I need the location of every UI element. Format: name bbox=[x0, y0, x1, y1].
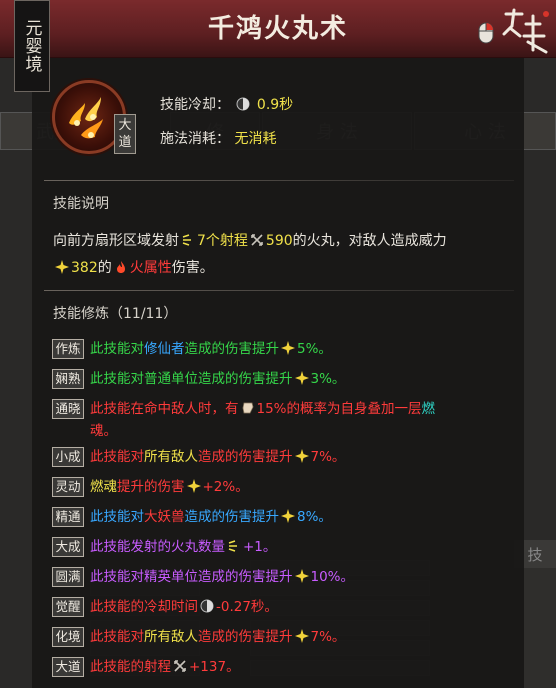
cooldown-icon bbox=[200, 599, 214, 613]
cultivation-tag: 灵动 bbox=[52, 477, 84, 497]
skill-tier-badge: 大道 bbox=[114, 114, 136, 154]
mod-value: +1。 bbox=[243, 539, 277, 555]
cooldown-value: 0.9秒 bbox=[256, 97, 294, 113]
cultivation-row: 精通 此技能对大妖兽造成的伤害提升 8%。 bbox=[52, 506, 514, 528]
power-icon bbox=[294, 569, 309, 583]
mod-text: 造成的伤害提升 bbox=[184, 341, 280, 357]
cultivation-row: 化境 此技能对所有敌人造成的伤害提升 7%。 bbox=[52, 626, 514, 648]
cultivation-tag: 通晓 bbox=[52, 399, 84, 419]
mod-value: 3%。 bbox=[310, 371, 346, 387]
mod-text: 此技能对普通单位造成的伤害提升 bbox=[90, 371, 293, 387]
cultivation-tag: 觉醒 bbox=[52, 597, 84, 617]
mod-text: 此技能的冷却时间 bbox=[90, 599, 198, 615]
description-title: 技能说明 bbox=[53, 196, 109, 212]
mod-value: +137。 bbox=[189, 659, 240, 675]
desc-text: 的火丸，对敌人造成威力 bbox=[292, 233, 447, 249]
divider bbox=[44, 180, 514, 181]
desc-power: 382 bbox=[71, 260, 98, 276]
mod-text: 此技能对 bbox=[90, 449, 144, 465]
mod-value: 8%。 bbox=[297, 509, 332, 525]
desc-text: 的 bbox=[97, 260, 112, 276]
cooldown-icon bbox=[236, 97, 250, 111]
cultivation-tag: 娴熟 bbox=[52, 369, 84, 389]
mod-text: 燃魂 bbox=[90, 479, 117, 495]
cultivation-row: 圆满 此技能对精英单位造成的伤害提升 10%。 bbox=[52, 566, 514, 588]
projectile-count-icon bbox=[228, 540, 237, 552]
cultivation-tag: 圆满 bbox=[52, 567, 84, 587]
power-icon bbox=[294, 449, 309, 463]
fire-element-icon bbox=[116, 261, 125, 273]
mod-value: 7%。 bbox=[310, 449, 346, 465]
desc-count: 7个射程 bbox=[197, 233, 248, 249]
mod-value: 10%。 bbox=[310, 569, 355, 585]
cost-label: 施法消耗： bbox=[160, 131, 230, 147]
desc-range: 590 bbox=[265, 233, 293, 249]
cost-row: 施法消耗： 无消耗 bbox=[160, 128, 276, 148]
mod-text: 魂。 bbox=[90, 423, 117, 439]
power-icon bbox=[186, 479, 201, 493]
mod-text: 燃 bbox=[421, 401, 436, 417]
lingji-logo bbox=[500, 6, 552, 56]
mod-text: 15%的概率为自身叠加一层 bbox=[256, 401, 422, 417]
power-icon bbox=[281, 341, 295, 355]
cooldown-row: 技能冷却： 0.9秒 bbox=[160, 94, 293, 114]
desc-text: 向前方扇形区域发射 bbox=[53, 233, 179, 249]
cultivation-tag: 大道 bbox=[52, 657, 84, 677]
desc-element: 火属性 bbox=[129, 260, 172, 276]
mod-text: 造成的伤害提升 bbox=[184, 509, 280, 525]
mod-text: 此技能对精英单位造成的伤害提升 bbox=[90, 569, 293, 585]
mod-text: 所有敌人 bbox=[144, 629, 198, 645]
rune-icon bbox=[242, 402, 253, 414]
desc-text: 伤害。 bbox=[171, 260, 214, 276]
cost-value: 无消耗 bbox=[234, 131, 277, 147]
mod-text: 此技能对 bbox=[90, 341, 144, 357]
cooldown-label: 技能冷却： bbox=[160, 97, 230, 113]
cultivation-row: 大道 此技能的射程 +137。 bbox=[52, 656, 514, 678]
skill-title: 千鸿火丸术 bbox=[207, 14, 348, 44]
mod-text: 此技能在命中敌人时，有 bbox=[90, 401, 239, 417]
mod-text: 提升的伤害 bbox=[117, 479, 185, 495]
cultivation-title: 技能修炼（11/11） bbox=[53, 306, 178, 322]
mod-value: 5%。 bbox=[297, 341, 332, 357]
range-icon bbox=[251, 234, 263, 246]
mod-value: +2%。 bbox=[202, 479, 249, 495]
projectile-count-icon bbox=[182, 234, 191, 246]
mouse-right-click-icon bbox=[478, 22, 494, 44]
mod-text: 所有敌人 bbox=[144, 449, 198, 465]
cultivation-row: 灵动 燃魂提升的伤害 +2%。 bbox=[52, 476, 514, 498]
mod-text: 造成的伤害提升 bbox=[198, 449, 293, 465]
realm-badge: 元婴境 bbox=[14, 0, 50, 92]
mod-text: 此技能发射的火丸数量 bbox=[90, 539, 225, 555]
divider bbox=[44, 290, 514, 291]
mod-text: 造成的伤害提升 bbox=[198, 629, 293, 645]
mod-text: 大妖兽 bbox=[144, 509, 185, 525]
cultivation-row: 通晓 此技能在命中敌人时，有 15%的概率为自身叠加一层燃魂。 bbox=[52, 398, 514, 442]
cultivation-row: 小成 此技能对所有敌人造成的伤害提升 7%。 bbox=[52, 446, 514, 468]
range-icon bbox=[174, 660, 186, 672]
mod-value: -0.27秒。 bbox=[216, 599, 278, 615]
mod-text: 修仙者 bbox=[144, 341, 185, 357]
power-icon bbox=[55, 260, 69, 274]
mod-text: 此技能的射程 bbox=[90, 659, 171, 675]
cultivation-tag: 作炼 bbox=[52, 339, 84, 359]
power-icon bbox=[294, 371, 309, 385]
cultivation-row: 娴熟 此技能对普通单位造成的伤害提升 3%。 bbox=[52, 368, 514, 390]
cultivation-tag: 小成 bbox=[52, 447, 84, 467]
mod-text: 此技能对 bbox=[90, 629, 144, 645]
bg-right-tab-label: 技 bbox=[527, 545, 543, 564]
cultivation-row: 觉醒 此技能的冷却时间 -0.27秒。 bbox=[52, 596, 514, 618]
fireball-icon bbox=[69, 97, 103, 139]
power-icon bbox=[281, 509, 295, 523]
power-icon bbox=[294, 629, 309, 643]
cultivation-tag: 化境 bbox=[52, 627, 84, 647]
cultivation-tag: 精通 bbox=[52, 507, 84, 527]
cultivation-row: 大成 此技能发射的火丸数量 +1。 bbox=[52, 536, 514, 558]
cultivation-tag: 大成 bbox=[52, 537, 84, 557]
mod-text: 此技能对 bbox=[90, 509, 144, 525]
cultivation-row: 作炼 此技能对修仙者造成的伤害提升 5%。 bbox=[52, 338, 514, 360]
tooltip-header: 千鸿火丸术 bbox=[0, 0, 556, 58]
skill-description: 向前方扇形区域发射 7个射程 590的火丸，对敌人造成威力 382的 火属性伤害。 bbox=[53, 228, 513, 282]
mod-value: 7%。 bbox=[310, 629, 346, 645]
